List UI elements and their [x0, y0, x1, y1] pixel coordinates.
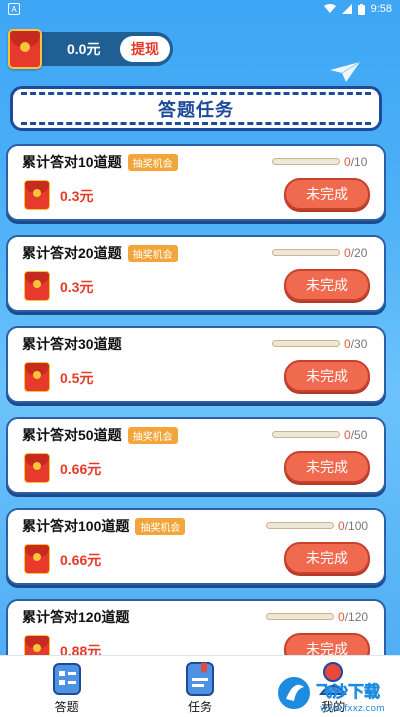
lottery-badge: 抽奖机会 [127, 153, 178, 171]
task-reward: 0.66元 [60, 552, 102, 568]
task-title-row: 累计答对120道题 [22, 607, 129, 627]
progress-current: 0 [338, 519, 345, 533]
progress-text: 0/10 [344, 155, 367, 169]
signal-icon [341, 4, 352, 14]
incomplete-button[interactable]: 未完成 [284, 451, 370, 483]
red-envelope-icon [24, 180, 50, 210]
wifi-icon [323, 4, 336, 13]
progress-current: 0 [344, 246, 351, 260]
task-title: 累计答对30道题 [22, 336, 122, 352]
balance: 0.0元 [67, 41, 101, 57]
task-title: 累计答对20道题 [22, 245, 122, 261]
tab-quiz-label: 答题 [54, 700, 79, 714]
red-envelope-icon [24, 362, 50, 392]
red-envelope-icon [24, 271, 50, 301]
task-title: 累计答对100道题 [22, 518, 130, 534]
watermark-logo: 飞沙下载 www.fxxz.com [276, 675, 385, 714]
progress-target: /120 [344, 610, 369, 624]
progress-bar [272, 158, 340, 165]
incomplete-button[interactable]: 未完成 [284, 360, 370, 392]
quiz-icon [52, 663, 81, 695]
progress-target: /50 [350, 428, 368, 442]
task-title-row: 累计答对20道题 抽奖机会 [22, 243, 178, 263]
task-reward: 0.5元 [60, 370, 94, 386]
incomplete-button[interactable]: 未完成 [284, 269, 370, 301]
incomplete-button[interactable]: 未完成 [284, 542, 370, 574]
watermark-url: www.fxxz.com [320, 704, 385, 714]
task-title-row: 累计答对50道题 抽奖机会 [22, 425, 178, 445]
task-icon [185, 662, 214, 696]
tab-quiz[interactable]: 答题 [27, 660, 107, 715]
progress-text: 0/120 [338, 610, 368, 624]
red-envelope-icon [24, 544, 50, 574]
progress-target: /30 [350, 337, 368, 351]
tab-tasks[interactable]: 任务 [160, 660, 240, 715]
notification-icon: A [8, 3, 20, 15]
task-card: 累计答对100道题 抽奖机会 0.66元 0/100 未完成 [6, 508, 386, 585]
progress-target: /10 [350, 155, 368, 169]
task-card: 累计答对50道题 抽奖机会 0.66元 0/50 未完成 [6, 417, 386, 494]
watermark-text: 飞沙下载 [316, 682, 380, 701]
task-title: 累计答对10道题 [22, 154, 122, 170]
task-title-row: 累计答对100道题 抽奖机会 [22, 516, 186, 536]
lottery-badge: 抽奖机会 [135, 517, 186, 535]
progress-bar [266, 613, 334, 620]
task-reward: 0.3元 [60, 279, 94, 295]
progress-current: 0 [344, 428, 351, 442]
progress-bar [272, 249, 340, 256]
task-title-row: 累计答对30道题 [22, 334, 122, 354]
lottery-badge: 抽奖机会 [127, 244, 178, 262]
progress-target: /100 [344, 519, 369, 533]
clock: 9:58 [370, 3, 392, 15]
progress-bar [272, 431, 340, 438]
status-bar: A 9:58 [0, 0, 400, 18]
tab-tasks-label: 任务 [187, 700, 212, 714]
task-reward: 0.3元 [60, 188, 94, 204]
progress-bar [266, 522, 334, 529]
task-reward: 0.66元 [60, 461, 102, 477]
battery-icon [357, 3, 365, 15]
progress-text: 0/100 [338, 519, 368, 533]
progress-current: 0 [344, 155, 351, 169]
progress-text: 0/20 [344, 246, 367, 260]
task-card: 累计答对10道题 抽奖机会 0.3元 0/10 未完成 [6, 144, 386, 221]
withdraw-button[interactable]: 提现 [120, 36, 170, 62]
lottery-badge: 抽奖机会 [127, 426, 178, 444]
task-card: 累计答对30道题 0.5元 0/30 未完成 [6, 326, 386, 403]
progress-bar [272, 340, 340, 347]
incomplete-button[interactable]: 未完成 [284, 178, 370, 210]
red-envelope-icon [24, 453, 50, 483]
progress-text: 0/30 [344, 337, 367, 351]
task-title: 累计答对120道题 [22, 609, 130, 625]
progress-text: 0/50 [344, 428, 367, 442]
progress-target: /20 [350, 246, 368, 260]
task-banner: 答题任务 [10, 86, 382, 131]
task-card: 累计答对20道题 抽奖机会 0.3元 0/20 未完成 [6, 235, 386, 312]
task-title: 累计答对50道题 [22, 427, 122, 443]
progress-current: 0 [344, 337, 351, 351]
task-title-row: 累计答对10道题 抽奖机会 [22, 152, 178, 172]
page-title: 答题任务 [158, 99, 234, 121]
wallet-bar: 0.0元 提现 [8, 29, 173, 69]
paper-plane-icon [330, 61, 361, 82]
red-envelope-icon [8, 29, 42, 69]
progress-current: 0 [338, 610, 345, 624]
